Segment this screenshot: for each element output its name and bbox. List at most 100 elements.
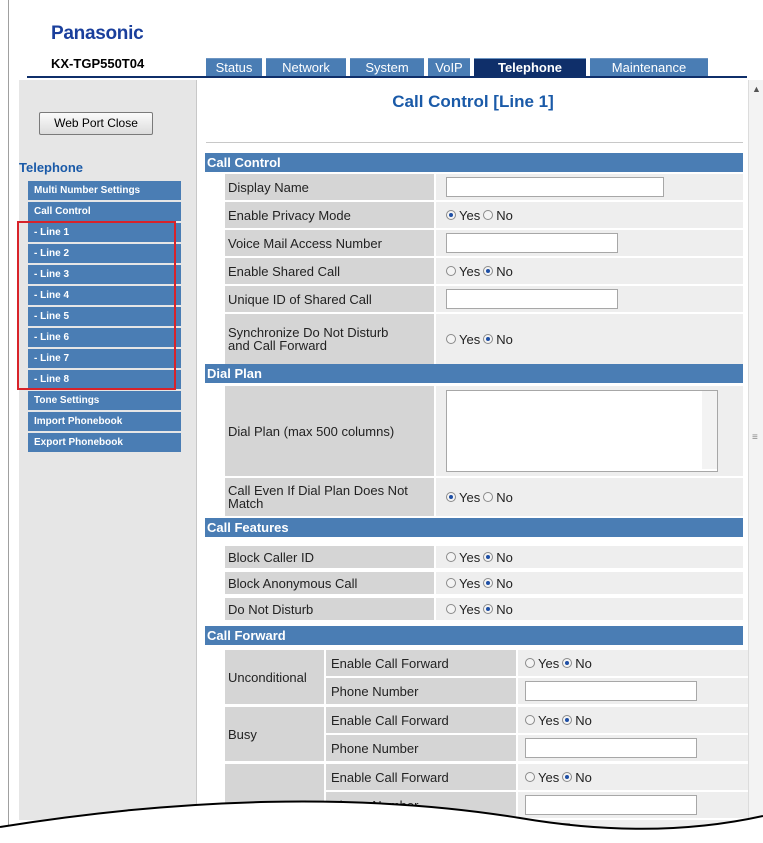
no-label: No <box>496 207 513 223</box>
section-call-forward: Call Forward <box>205 626 743 645</box>
enable-forward-label: Enable Call Forward <box>326 650 516 676</box>
tab-maintenance[interactable]: Maintenance <box>590 58 708 77</box>
shared-call-label: Enable Shared Call <box>225 258 434 284</box>
forward-unconditional-label: Unconditional <box>225 650 324 704</box>
sync-yes-radio[interactable] <box>446 334 456 344</box>
forward-busy: Busy Enable Call Forward Yes No Phone Nu… <box>225 707 750 761</box>
uncond-phone-input[interactable] <box>525 681 697 701</box>
yes-label: Yes <box>459 207 481 223</box>
row-sync-dnd: Synchronize Do Not Disturb and Call Forw… <box>225 314 743 364</box>
sidebar: Web Port Close Telephone Multi Number Se… <box>19 80 197 820</box>
display-name-input[interactable] <box>446 177 664 197</box>
sidebar-item-export-phonebook[interactable]: Export Phonebook <box>28 433 181 452</box>
sidebar-item-tone-settings[interactable]: Tone Settings <box>28 391 181 410</box>
call-even-no-radio[interactable] <box>483 492 494 502</box>
block-anonymous-label: Block Anonymous Call <box>225 572 434 594</box>
page-title: Call Control [Line 1] <box>392 92 554 111</box>
row-call-even: Call Even If Dial Plan Does Not Match Ye… <box>225 478 743 516</box>
row-block-caller-id: Block Caller ID Yes No <box>225 546 743 568</box>
tab-system[interactable]: System <box>350 58 424 77</box>
sync-no-radio[interactable] <box>483 334 494 344</box>
tab-voip[interactable]: VoIP <box>428 58 470 77</box>
torn-edge-decoration <box>0 800 763 843</box>
section-dial-plan: Dial Plan <box>205 364 743 383</box>
dnd-no-radio[interactable] <box>483 604 494 614</box>
title-divider <box>206 142 743 143</box>
block-anon-no-radio[interactable] <box>483 578 494 588</box>
yes-label: Yes <box>459 263 481 279</box>
no-label: No <box>575 655 592 671</box>
yes-label: Yes <box>459 601 481 617</box>
tab-telephone[interactable]: Telephone <box>474 58 586 77</box>
voice-mail-label: Voice Mail Access Number <box>225 230 434 256</box>
dnd-yes-radio[interactable] <box>446 604 456 614</box>
dial-plan-label: Dial Plan (max 500 columns) <box>225 386 434 476</box>
header-rule <box>27 76 747 78</box>
sidebar-item-import-phonebook[interactable]: Import Phonebook <box>28 412 181 431</box>
no-label: No <box>496 331 513 347</box>
sidebar-item-call-control[interactable]: Call Control <box>28 202 181 221</box>
no-label: No <box>496 489 513 505</box>
yes-label: Yes <box>538 712 560 728</box>
shared-yes-radio[interactable] <box>446 266 456 276</box>
block-caller-no-radio[interactable] <box>483 552 494 562</box>
unique-id-label: Unique ID of Shared Call <box>225 286 434 312</box>
row-display-name: Display Name <box>225 174 743 200</box>
row-voice-mail: Voice Mail Access Number <box>225 230 743 256</box>
tab-network[interactable]: Network <box>266 58 346 77</box>
privacy-yes-radio[interactable] <box>446 210 456 220</box>
web-port-close-button[interactable]: Web Port Close <box>39 112 153 135</box>
no-label: No <box>496 549 513 565</box>
call-even-label: Call Even If Dial Plan Does Not Match <box>225 478 434 516</box>
page-scrollbar[interactable]: ▲ ≡ <box>748 80 763 820</box>
row-dial-plan: Dial Plan (max 500 columns) <box>225 386 743 476</box>
section-call-features: Call Features <box>205 518 743 537</box>
block-caller-id-label: Block Caller ID <box>225 546 434 568</box>
call-even-label-line2: Match <box>228 496 264 511</box>
row-block-anonymous: Block Anonymous Call Yes No <box>225 572 743 594</box>
sidebar-title: Telephone <box>19 160 84 175</box>
yes-label: Yes <box>459 489 481 505</box>
shared-no-radio[interactable] <box>483 266 494 276</box>
block-caller-yes-radio[interactable] <box>446 552 456 562</box>
yes-label: Yes <box>459 331 481 347</box>
busy-yes-radio[interactable] <box>525 715 535 725</box>
display-name-label: Display Name <box>225 174 434 200</box>
sidebar-item-multi-number[interactable]: Multi Number Settings <box>28 181 181 200</box>
section-call-control: Call Control <box>205 153 743 172</box>
row-dnd: Do Not Disturb Yes No <box>225 598 743 620</box>
busy-no-radio[interactable] <box>562 715 573 725</box>
enable-forward-label: Enable Call Forward <box>326 707 516 733</box>
main-tabs: Status Network System VoIP Telephone Mai… <box>206 58 708 77</box>
sync-dnd-label: Synchronize Do Not Disturb and Call Forw… <box>225 314 434 364</box>
no-label: No <box>496 263 513 279</box>
forward-busy-label: Busy <box>225 707 324 761</box>
row-privacy-mode: Enable Privacy Mode Yes No <box>225 202 743 228</box>
dial-plan-textarea[interactable] <box>446 390 718 472</box>
phone-number-label: Phone Number <box>326 678 516 704</box>
privacy-no-radio[interactable] <box>483 210 494 220</box>
main-content: Call Control [Line 1] Call Control Displ… <box>197 80 757 840</box>
no-label: No <box>575 712 592 728</box>
forward-unconditional: Unconditional Enable Call Forward Yes No… <box>225 650 750 704</box>
sync-dnd-label-line2: and Call Forward <box>228 338 327 353</box>
row-unique-id: Unique ID of Shared Call <box>225 286 743 312</box>
textarea-scrollbar[interactable] <box>702 391 717 469</box>
uncond-yes-radio[interactable] <box>525 658 535 668</box>
call-even-yes-radio[interactable] <box>446 492 456 502</box>
yes-label: Yes <box>538 655 560 671</box>
model-name: KX-TGP550T04 <box>51 56 145 71</box>
scroll-grip-icon[interactable]: ≡ <box>752 432 758 443</box>
tab-status[interactable]: Status <box>206 58 262 77</box>
yes-label: Yes <box>459 549 481 565</box>
unique-id-input[interactable] <box>446 289 618 309</box>
uncond-no-radio[interactable] <box>562 658 573 668</box>
busy-phone-input[interactable] <box>525 738 697 758</box>
yes-label: Yes <box>459 575 481 591</box>
browser-frame: Panasonic KX-TGP550T04 Status Network Sy… <box>8 0 763 843</box>
voice-mail-input[interactable] <box>446 233 618 253</box>
scroll-up-arrow-icon[interactable]: ▲ <box>752 84 761 94</box>
privacy-mode-label: Enable Privacy Mode <box>225 202 434 228</box>
highlight-box <box>17 221 176 390</box>
block-anon-yes-radio[interactable] <box>446 578 456 588</box>
